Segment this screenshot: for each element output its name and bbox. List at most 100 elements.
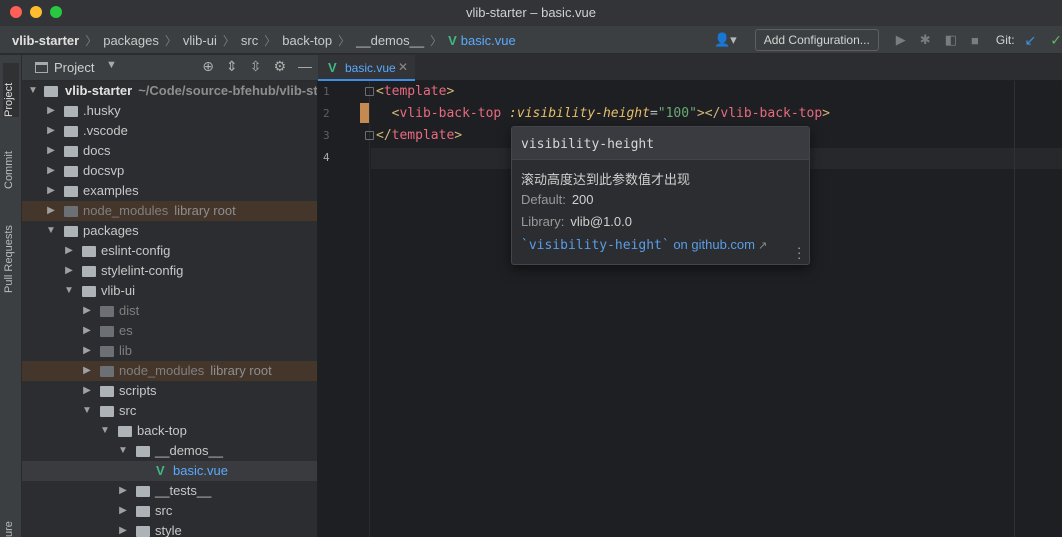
chevron-right-icon[interactable]: ▶ <box>46 201 56 221</box>
tree-item-scripts[interactable]: ▶ scripts <box>22 381 317 401</box>
code-token: < <box>376 84 384 99</box>
tree-item-style[interactable]: ▶ style <box>22 521 317 537</box>
code-token: </ <box>376 128 392 143</box>
chevron-right-icon[interactable]: ▶ <box>118 481 128 501</box>
tree-item-node-modules-ui[interactable]: ▶ node_modules library root <box>22 361 317 381</box>
chevron-right-icon[interactable]: ▶ <box>82 301 92 321</box>
tree-item-demos[interactable]: ▼ __demos__ <box>22 441 317 461</box>
project-tool-tab[interactable]: Project <box>3 63 19 117</box>
line-number: 3 <box>323 129 330 142</box>
tree-item-hint: library root <box>174 203 236 218</box>
coverage-icon[interactable]: ◧ <box>945 32 957 48</box>
change-marker[interactable] <box>360 103 369 123</box>
navigation-bar: vlib-starter 〉 packages 〉 vlib-ui 〉 src … <box>0 26 1062 54</box>
popup-description: 滚动高度达到此参数值才出现 <box>521 172 691 187</box>
breadcrumb-file[interactable]: basic.vue <box>461 33 516 48</box>
breadcrumb-demos[interactable]: __demos__ <box>356 33 424 48</box>
stop-icon[interactable]: ■ <box>971 33 979 48</box>
chevron-down-icon[interactable]: ▼ <box>100 421 110 441</box>
breadcrumb-project[interactable]: vlib-starter <box>12 33 79 48</box>
tree-item-label: scripts <box>119 383 157 398</box>
expand-all-icon[interactable]: ⇕ <box>226 58 238 75</box>
more-options-icon[interactable]: · · · <box>797 241 801 264</box>
chevron-down-icon[interactable]: ▼ <box>118 441 128 461</box>
fold-icon[interactable] <box>365 131 374 140</box>
tree-item-stylelint-config[interactable]: ▶ stylelint-config <box>22 261 317 281</box>
tree-item-label: docsvp <box>83 163 125 178</box>
chevron-right-icon[interactable]: ▶ <box>64 241 74 261</box>
chevron-right-icon[interactable]: ▶ <box>118 521 128 537</box>
folder-icon <box>100 306 114 317</box>
structure-tool-tab[interactable]: ure <box>3 515 19 537</box>
chevron-down-icon[interactable]: ▼ <box>64 281 74 301</box>
breadcrumb-src[interactable]: src <box>241 33 258 48</box>
pull-requests-tool-tab[interactable]: Pull Requests <box>3 207 19 293</box>
tree-item-label: node_modules <box>83 203 169 218</box>
tree-item-husky[interactable]: ▶ .husky <box>22 101 317 121</box>
chevron-right-icon[interactable]: ▶ <box>82 381 92 401</box>
chevron-down-icon[interactable]: ▼ <box>82 401 92 421</box>
breadcrumb-back-top[interactable]: back-top <box>282 33 332 48</box>
project-panel-title[interactable]: Project <box>54 60 94 75</box>
tree-item-vscode[interactable]: ▶ .vscode <box>22 121 317 141</box>
tab-basic-vue[interactable]: V basic.vue ✕ <box>318 55 415 81</box>
tree-item-dist[interactable]: ▶ dist <box>22 301 317 321</box>
tree-item-docs[interactable]: ▶ docs <box>22 141 317 161</box>
add-configuration-button[interactable]: Add Configuration... <box>754 29 879 51</box>
chevron-down-icon[interactable]: ▼ <box>106 59 117 71</box>
tree-item-lib[interactable]: ▶ lib <box>22 341 317 361</box>
tree-item-back-top[interactable]: ▼ back-top <box>22 421 317 441</box>
chevron-right-icon[interactable]: ▶ <box>46 181 56 201</box>
tree-item-tests[interactable]: ▶ __tests__ <box>22 481 317 501</box>
chevron-right-icon[interactable]: ▶ <box>46 141 56 161</box>
hide-icon[interactable]: — <box>298 58 312 75</box>
tree-item-es[interactable]: ▶ es <box>22 321 317 341</box>
tree-item-packages[interactable]: ▼ packages <box>22 221 317 241</box>
folder-icon <box>100 346 114 357</box>
collapse-all-icon[interactable]: ⇳ <box>250 58 262 75</box>
tree-item-examples[interactable]: ▶ examples <box>22 181 317 201</box>
tree-item-vlib-starter[interactable]: ▼ vlib-starter ~/Code/source-bfehub/vlib-… <box>22 81 317 101</box>
breadcrumb: vlib-starter 〉 packages 〉 vlib-ui 〉 src … <box>12 32 516 49</box>
chevron-right-icon[interactable]: ▶ <box>46 161 56 181</box>
chevron-right-icon[interactable]: ▶ <box>118 501 128 521</box>
chevron-right-icon[interactable]: ▶ <box>82 341 92 361</box>
chevron-right-icon[interactable]: ▶ <box>82 361 92 381</box>
breadcrumb-packages[interactable]: packages <box>103 33 159 48</box>
code-line-1: <template> <box>376 84 454 99</box>
chevron-right-icon[interactable]: ▶ <box>82 321 92 341</box>
documentation-popup: visibility-height 滚动高度达到此参数值才出现 Default:… <box>511 126 810 265</box>
git-commit-icon[interactable]: ✓ <box>1050 32 1062 49</box>
tree-item-eslint-config[interactable]: ▶ eslint-config <box>22 241 317 261</box>
chevron-down-icon[interactable]: ▼ <box>46 221 56 241</box>
github-link[interactable]: `visibility-height` on github.com ↗ <box>521 237 767 253</box>
breadcrumb-vlib-ui[interactable]: vlib-ui <box>183 33 217 48</box>
tree-item-node-modules[interactable]: ▶ node_modules library root <box>22 201 317 221</box>
fold-icon[interactable] <box>365 87 374 96</box>
tree-item-vlib-ui[interactable]: ▼ vlib-ui <box>22 281 317 301</box>
user-icon[interactable]: 👤▾ <box>714 32 737 48</box>
tree-item-label: __tests__ <box>155 483 212 498</box>
commit-tool-tab[interactable]: Commit <box>3 131 19 189</box>
tree-item-label: src <box>155 503 173 518</box>
tree-item-label: dist <box>119 303 140 318</box>
run-icon[interactable]: ▶ <box>896 32 906 48</box>
tree-item-src[interactable]: ▼ src <box>22 401 317 421</box>
folder-icon <box>64 126 78 137</box>
tree-item-src-inner[interactable]: ▶ src <box>22 501 317 521</box>
folder-icon <box>64 186 78 197</box>
code-token: ></ <box>696 106 721 121</box>
chevron-right-icon[interactable]: ▶ <box>46 101 56 121</box>
locate-icon[interactable]: ⊕ <box>202 58 214 75</box>
git-update-icon[interactable]: ↙ <box>1025 32 1037 49</box>
chevron-down-icon[interactable]: ▼ <box>28 81 38 101</box>
right-margin-guide <box>1014 81 1015 537</box>
tree-item-docsvp[interactable]: ▶ docsvp <box>22 161 317 181</box>
chevron-right-icon[interactable]: ▶ <box>46 121 56 141</box>
close-icon[interactable]: ✕ <box>398 60 408 74</box>
debug-icon[interactable]: ✱ <box>920 32 931 48</box>
tree-item-basic-vue[interactable]: V basic.vue <box>22 461 317 481</box>
chevron-right-icon[interactable]: ▶ <box>64 261 74 281</box>
gear-icon[interactable]: ⚙ <box>273 58 286 75</box>
chevron-right-icon: 〉 <box>85 34 98 48</box>
